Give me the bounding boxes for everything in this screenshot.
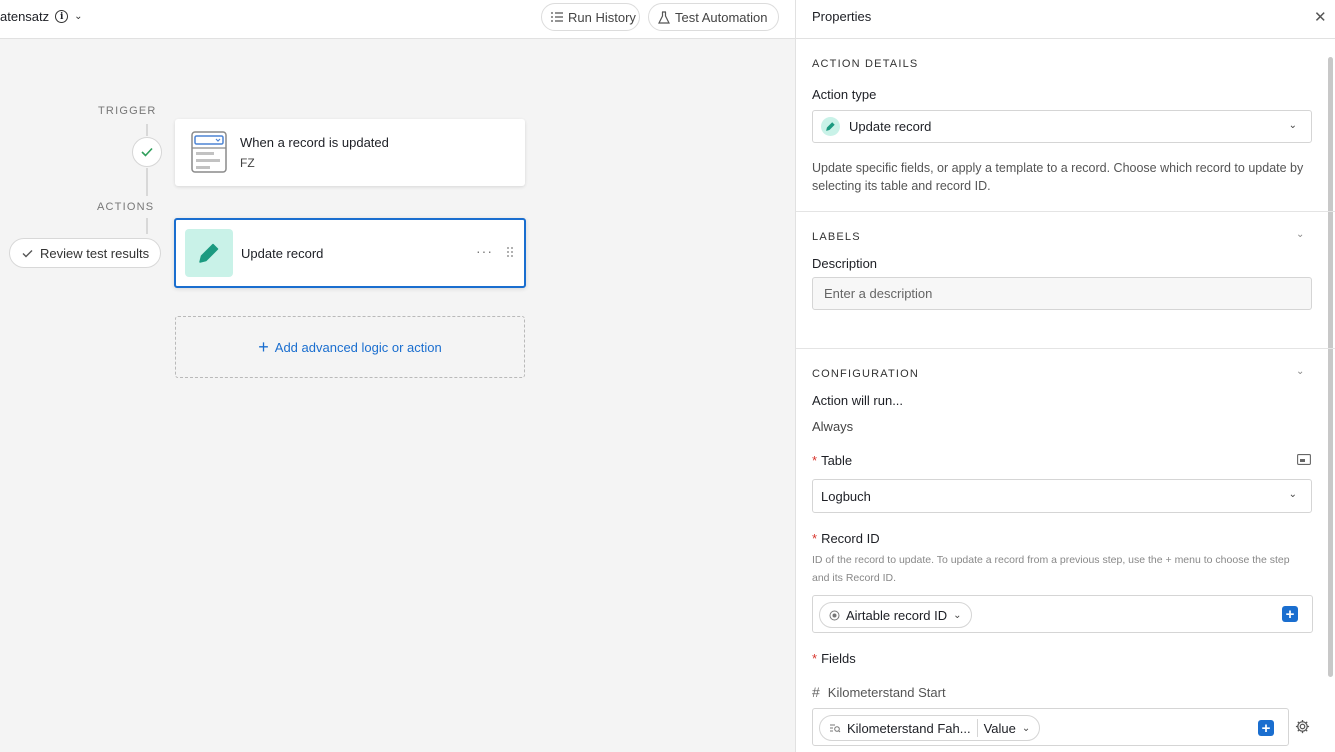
description-placeholder: Enter a description [824,286,933,301]
token-separator [976,719,978,737]
connector-line [146,124,148,136]
insert-token-button[interactable]: + [1282,606,1298,622]
fields-label: * Fields [812,651,856,666]
automation-canvas: TRIGGER ACTIONS Review test results When… [0,39,795,752]
open-table-icon[interactable] [1297,454,1311,465]
automation-name: atensatz [0,9,50,24]
chevron-down-icon: ⌄ [1288,120,1297,131]
field-name: Kilometerstand Start [827,684,946,700]
field-token-label: Kilometerstand Fah... [847,720,971,736]
list-icon [551,12,563,22]
field-token-mode[interactable]: Value [984,721,1016,736]
field-value-token[interactable]: Kilometerstand Fah... Value ⌄ [819,715,1041,741]
trigger-title: When a record is updated [240,135,389,150]
gear-icon[interactable] [1295,719,1310,734]
lookup-icon [830,724,841,732]
action-runs-value[interactable]: Always [812,419,853,434]
properties-panel: Properties ✕ ACTION DETAILS Action type … [795,0,1335,752]
section-divider [796,211,1335,212]
panel-scrollbar[interactable] [1328,57,1333,677]
checkmark-icon [22,249,33,257]
labels-heading: LABELS [812,231,861,243]
properties-title: Properties [812,9,872,24]
checkmark-icon [141,147,153,157]
action-runs-label: Action will run... [812,393,904,408]
run-history-label: Run History [568,9,636,25]
plus-icon: + [258,337,269,357]
action-type-label: Action type [812,87,877,102]
field-kilometerstand-start: # Kilometerstand Start [812,684,946,700]
test-automation-label: Test Automation [675,9,768,25]
record-form-icon [191,131,227,173]
configuration-heading: CONFIGURATION [812,368,920,380]
airtable-record-id-token[interactable]: Airtable record ID ⌄ [819,602,972,628]
chevron-down-icon: ⌄ [953,609,962,621]
trigger-status [132,137,162,167]
chevron-down-icon: ⌄ [1021,722,1031,734]
review-test-results-label: Review test results [40,245,150,261]
chevron-down-icon: ⌄ [1288,489,1297,500]
table-select[interactable]: Logbuch ⌄ [812,479,1312,513]
table-label: * Table [812,453,853,468]
trigger-card[interactable]: When a record is updated FZ [175,119,525,186]
properties-header: Properties ✕ [796,0,1335,39]
add-logic-or-action-label: Add advanced logic or action [274,339,442,355]
trigger-section-label: TRIGGER [98,105,157,117]
drag-handle-icon[interactable] [506,246,514,258]
test-automation-button[interactable]: Test Automation [648,3,779,31]
connector-line [146,168,148,196]
table-value: Logbuch [821,488,871,504]
run-history-button[interactable]: Run History [541,3,640,31]
field-value-input[interactable]: Kilometerstand Fah... Value ⌄ + [812,708,1289,746]
action-type-value: Update record [849,119,932,134]
description-label: Description [812,256,878,271]
pencil-icon [821,117,840,136]
info-icon[interactable]: i [55,10,69,23]
action-details-heading: ACTION DETAILS [812,58,919,70]
record-id-help: ID of the record to update. To update a … [812,554,1290,584]
record-id-field[interactable]: Airtable record ID ⌄ + [812,595,1313,633]
more-options-icon[interactable]: ··· [476,243,493,259]
number-field-icon: # [812,684,820,700]
action-title: Update record [241,246,324,261]
action-type-select[interactable]: Update record ⌄ [812,110,1312,143]
insert-token-button[interactable]: + [1258,720,1274,736]
close-icon[interactable]: ✕ [1314,8,1327,26]
trigger-subtitle: FZ [240,156,255,170]
connector-line [146,218,148,234]
flask-icon [658,10,670,24]
review-test-results-button[interactable]: Review test results [9,238,161,268]
chevron-down-icon[interactable]: ⌄ [1296,366,1304,377]
record-id-icon [829,610,840,620]
automation-title[interactable]: atensatz i ⌄ [0,9,83,24]
add-logic-or-action-button[interactable]: + Add advanced logic or action [175,316,525,378]
section-divider [796,348,1335,349]
top-bar: atensatz i ⌄ Run History Test Automation [0,0,795,39]
chevron-down-icon[interactable]: ⌄ [1296,229,1304,240]
action-type-description: Update specific fields, or apply a templ… [812,161,1304,193]
record-id-token-label: Airtable record ID [846,607,948,623]
actions-section-label: ACTIONS [97,201,155,213]
description-input[interactable]: Enter a description [812,277,1312,310]
update-record-action-card[interactable]: Update record ··· [174,218,526,288]
chevron-down-icon[interactable]: ⌄ [74,11,82,22]
pencil-icon [185,229,233,277]
record-id-label: * Record ID [812,531,880,546]
